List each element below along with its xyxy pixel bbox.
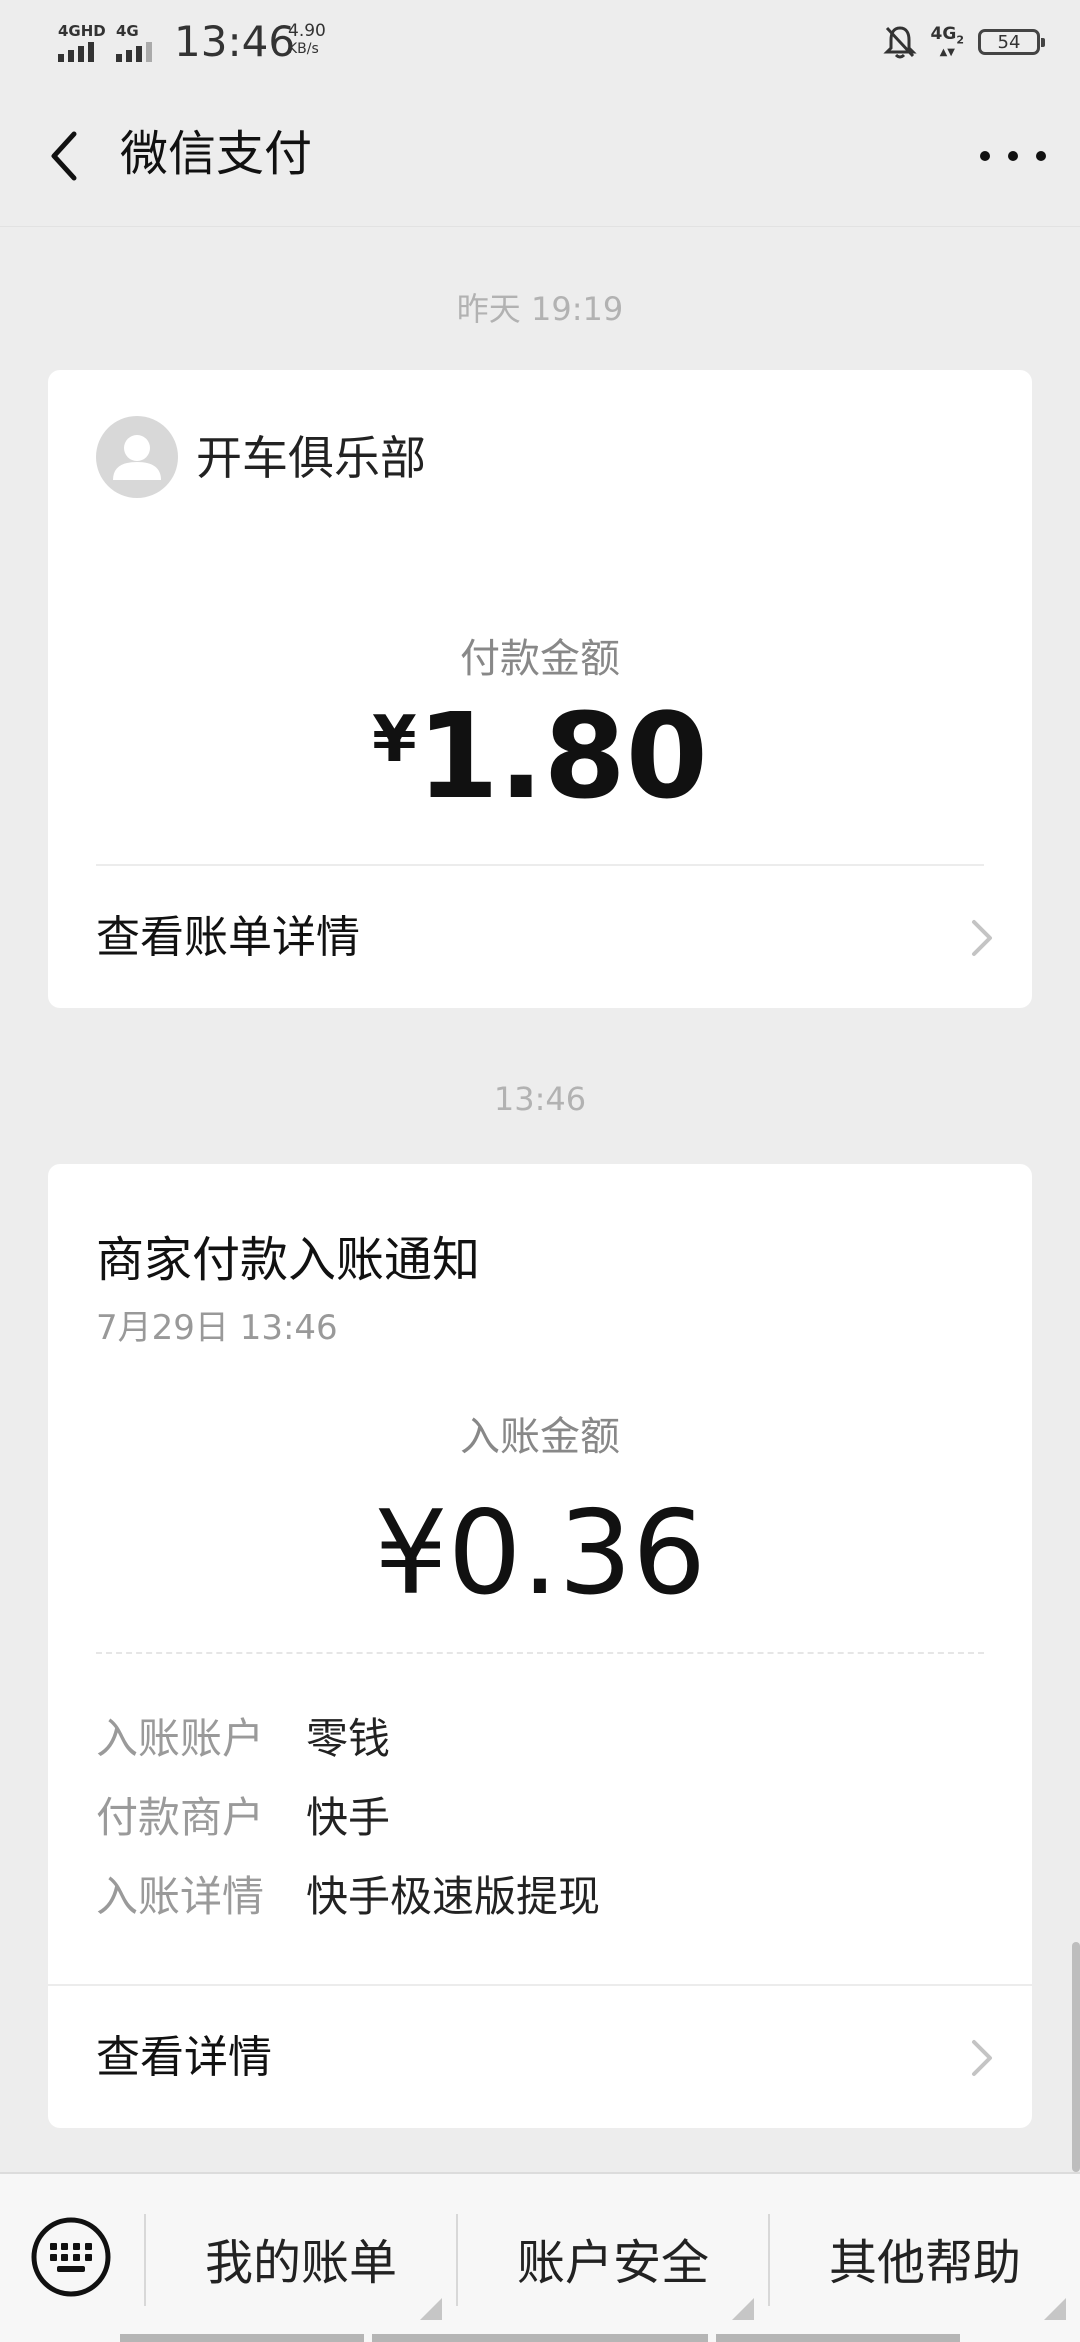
network-type-label: 4G — [930, 23, 957, 44]
avatar[interactable] — [96, 416, 178, 498]
dashed-divider — [96, 1652, 984, 1654]
merchant-name: 开车俱乐部 — [196, 431, 426, 485]
message-timestamp: 昨天 19:19 — [456, 290, 624, 328]
view-bill-details-link[interactable]: 查看账单详情 — [48, 868, 1032, 1008]
menu-account-security[interactable]: 账户安全 — [458, 2174, 768, 2342]
detail-key: 付款商户 — [96, 1793, 265, 1842]
currency-symbol: ¥ — [372, 703, 417, 777]
divider — [48, 1984, 1032, 1986]
network-speed-unit: KB/s — [288, 41, 319, 57]
bottom-menu: 我的账单 账户安全 其他帮助 — [0, 2172, 1080, 2342]
network-sim-index: 2 — [956, 33, 964, 47]
scrollbar[interactable] — [1072, 1942, 1080, 2172]
detail-row: 入账详情 快手极速版提现 — [96, 1862, 976, 1932]
amount-number: 1.80 — [416, 687, 708, 825]
nav-bar: 微信支付 — [0, 84, 1080, 227]
chevron-right-icon — [972, 2040, 992, 2076]
chevron-right-icon — [972, 920, 992, 956]
detail-value: 快手 — [306, 1793, 391, 1842]
menu-other-help[interactable]: 其他帮助 — [770, 2174, 1080, 2342]
ellipsis-icon[interactable] — [980, 126, 1046, 186]
status-bar: 4GHD 4G 13:46 4.90 KB/s 4G2 ▲▼ 54 — [0, 0, 1080, 84]
amount-value: ¥0.36 — [373, 1486, 707, 1621]
detail-value: 快手极速版提现 — [306, 1872, 601, 1921]
sim1-network-label: 4GHD — [58, 22, 106, 40]
income-notice-card[interactable]: 商家付款入账通知 7月29日 13:46 入账金额 ¥0.36 入账账户 零钱 … — [48, 1164, 1032, 2128]
detail-value: 零钱 — [306, 1714, 391, 1763]
sim2-network-label: 4G — [116, 22, 139, 40]
view-bill-details-label: 查看账单详情 — [96, 912, 360, 963]
payment-card[interactable]: 开车俱乐部 付款金额 ¥1.80 查看账单详情 — [48, 370, 1032, 1008]
submenu-indicator-icon — [732, 2298, 754, 2320]
network-speed-value: 4.90 — [288, 21, 326, 41]
user-silhouette-icon — [113, 435, 161, 480]
amount-value: ¥1.80 — [48, 670, 1032, 826]
submenu-indicator-icon — [420, 2298, 442, 2320]
menu-account-security-label: 账户安全 — [516, 2235, 709, 2291]
status-time: 13:46 — [174, 17, 296, 66]
gesture-bar — [372, 2334, 708, 2342]
amount-label: 入账金额 — [460, 1414, 620, 1460]
chevron-left-icon[interactable] — [40, 126, 100, 186]
view-details-link[interactable]: 查看详情 — [48, 1988, 1032, 2128]
submenu-indicator-icon — [1044, 2298, 1066, 2320]
detail-row: 入账账户 零钱 — [96, 1704, 976, 1774]
detail-row: 付款商户 快手 — [96, 1783, 976, 1853]
menu-my-bills[interactable]: 我的账单 — [146, 2174, 456, 2342]
view-details-label: 查看详情 — [96, 2032, 272, 2083]
battery-level: 54 — [997, 31, 1021, 53]
menu-my-bills-label: 我的账单 — [204, 2235, 397, 2291]
detail-key: 入账详情 — [96, 1872, 265, 1921]
message-timestamp: 13:46 — [493, 1080, 587, 1118]
notice-title: 商家付款入账通知 — [96, 1232, 481, 1288]
gesture-bar — [120, 2334, 364, 2342]
battery-icon: 54 — [978, 29, 1045, 55]
network-type-icon: 4G2 ▲▼ — [930, 23, 964, 59]
divider — [96, 864, 984, 866]
menu-other-help-label: 其他帮助 — [828, 2235, 1021, 2291]
page-title: 微信支付 — [120, 126, 313, 182]
mute-bell-icon — [882, 26, 917, 59]
gesture-bar — [716, 2334, 960, 2342]
network-speed: 4.90 KB/s — [288, 22, 326, 58]
detail-key: 入账账户 — [96, 1714, 265, 1763]
keyboard-icon[interactable] — [30, 2216, 112, 2298]
notice-datetime: 7月29日 13:46 — [96, 1308, 338, 1348]
